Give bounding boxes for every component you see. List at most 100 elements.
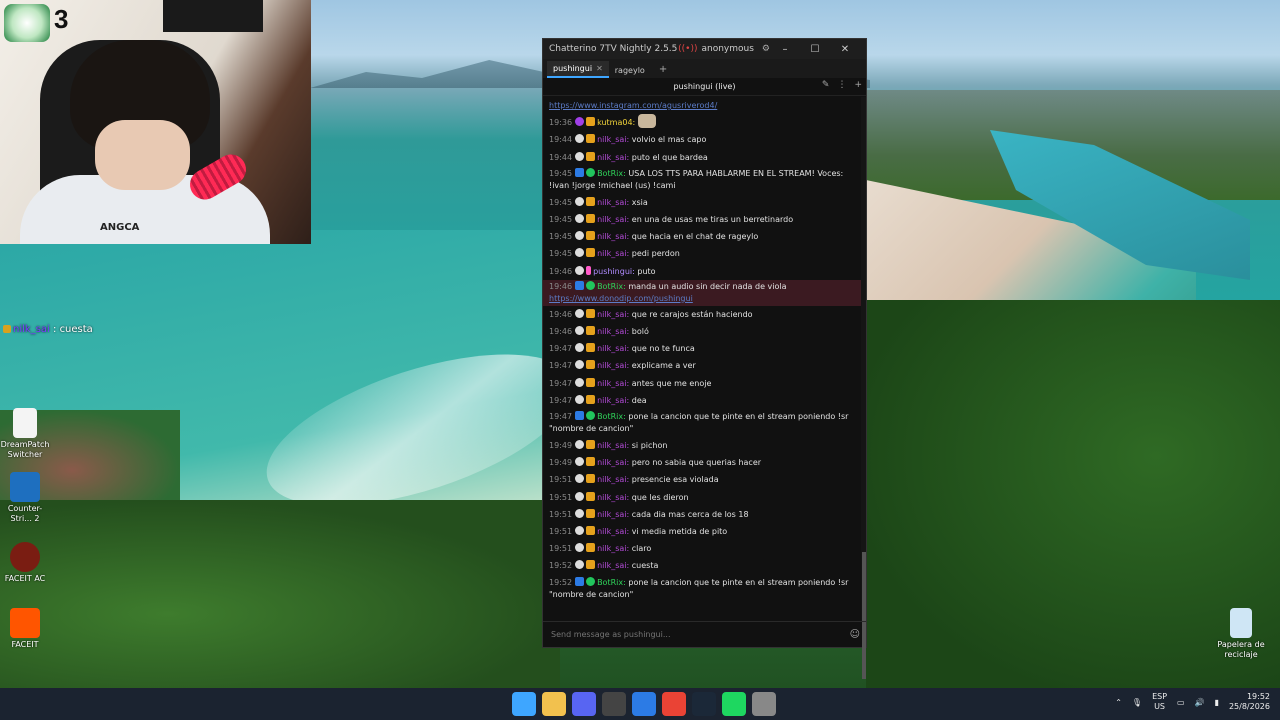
chat-scrollbar[interactable]: [861, 97, 866, 679]
message-link[interactable]: https://www.instagram.com/agusriverod4/: [549, 101, 717, 110]
chat-link-row[interactable]: https://www.instagram.com/agusriverod4/: [543, 97, 861, 114]
message-username[interactable]: nilk_sai: [597, 310, 626, 319]
tab-pushingui[interactable]: pushingui ✕: [547, 61, 609, 78]
obs-icon[interactable]: [602, 692, 626, 716]
message-username[interactable]: nilk_sai: [597, 475, 626, 484]
message-username[interactable]: BotRix: [597, 412, 623, 421]
badge-icon[interactable]: [586, 167, 596, 177]
message-input[interactable]: [549, 629, 850, 640]
chat-message[interactable]: 19:49 nilk_sai: pero no sabia que querias…: [543, 454, 861, 471]
chevron-up-icon[interactable]: ⌃: [1115, 698, 1122, 707]
badge-icon[interactable]: [586, 326, 596, 336]
battery-icon[interactable]: ▮: [1215, 698, 1219, 707]
clock[interactable]: 19:52 25/8/2026: [1229, 692, 1270, 712]
message-username[interactable]: nilk_sai: [597, 458, 626, 467]
badge-icon[interactable]: [586, 308, 596, 318]
message-username[interactable]: nilk_sai: [597, 361, 626, 370]
message-username[interactable]: nilk_sai: [597, 493, 626, 502]
badge-icon[interactable]: [586, 576, 596, 586]
badge-icon[interactable]: [586, 411, 596, 421]
badge-icon[interactable]: [586, 491, 596, 501]
badge-icon[interactable]: [575, 343, 585, 353]
badge-icon[interactable]: [586, 231, 596, 241]
badge-icon[interactable]: [575, 134, 585, 144]
badge-icon[interactable]: [586, 280, 596, 290]
chat-message[interactable]: 19:45 nilk_sai: xsia: [543, 194, 861, 211]
badge-icon[interactable]: [586, 457, 596, 467]
chat-message[interactable]: 19:46 pushingui: puto: [543, 263, 861, 280]
badge-icon[interactable]: [586, 196, 596, 206]
chat-message[interactable]: 19:51 nilk_sai: cada dia mas cerca de los…: [543, 506, 861, 523]
close-tab-icon[interactable]: ✕: [596, 64, 603, 73]
chat-message[interactable]: 19:45 nilk_sai: pedi perdon: [543, 245, 861, 262]
more-menu-icon[interactable]: ⋮: [837, 80, 846, 90]
badge-icon[interactable]: [575, 560, 585, 570]
chat-messages[interactable]: https://www.instagram.com/agusriverod4/1…: [543, 97, 861, 621]
badge-icon[interactable]: [575, 440, 585, 450]
message-username[interactable]: nilk_sai: [597, 510, 626, 519]
settings-gear-icon[interactable]: ⚙: [762, 44, 770, 54]
chat-message[interactable]: 19:52 nilk_sai: cuesta: [543, 557, 861, 574]
steam-icon[interactable]: [692, 692, 716, 716]
badge-icon[interactable]: [586, 474, 596, 484]
microphone-icon[interactable]: 🎙: [1132, 698, 1142, 707]
chat-message[interactable]: 19:49 nilk_sai: si pichon: [543, 437, 861, 454]
badge-icon[interactable]: [575, 214, 585, 224]
message-username[interactable]: nilk_sai: [597, 561, 626, 570]
badge-icon[interactable]: [586, 377, 596, 387]
badge-icon[interactable]: [586, 343, 596, 353]
app-icon[interactable]: [752, 692, 776, 716]
file-explorer-icon[interactable]: [542, 692, 566, 716]
message-username[interactable]: BotRix: [597, 282, 623, 291]
minimize-button[interactable]: –: [770, 44, 800, 55]
scrollbar-thumb[interactable]: [862, 552, 866, 679]
message-username[interactable]: nilk_sai: [597, 527, 626, 536]
chat-message[interactable]: 19:47 BotRix: pone la cancion que te pint…: [543, 409, 861, 437]
badge-icon[interactable]: [575, 326, 585, 336]
badge-icon[interactable]: [586, 265, 592, 275]
chat-message[interactable]: 19:47 nilk_sai: dea: [543, 392, 861, 409]
volume-icon[interactable]: 🔊: [1195, 698, 1205, 707]
message-username[interactable]: kutma04: [597, 118, 632, 127]
account-switcher[interactable]: anonymous: [701, 44, 753, 54]
chat-message[interactable]: 19:46 nilk_sai: boló: [543, 323, 861, 340]
badge-icon[interactable]: [575, 377, 585, 387]
badge-icon[interactable]: [575, 508, 585, 518]
chat-message[interactable]: 19:51 nilk_sai: presencie esa violada: [543, 471, 861, 488]
badge-icon[interactable]: [586, 394, 596, 404]
discord-icon[interactable]: [572, 692, 596, 716]
badge-icon[interactable]: [586, 508, 596, 518]
badge-icon[interactable]: [575, 411, 585, 421]
spotify-icon[interactable]: [722, 692, 746, 716]
badge-icon[interactable]: [575, 474, 585, 484]
badge-icon[interactable]: [575, 265, 585, 275]
badge-icon[interactable]: [586, 117, 596, 127]
chat-message[interactable]: 19:47 nilk_sai: explicame a ver: [543, 357, 861, 374]
badge-icon[interactable]: [586, 526, 596, 536]
message-username[interactable]: nilk_sai: [597, 249, 626, 258]
badge-icon[interactable]: [575, 231, 585, 241]
message-username[interactable]: nilk_sai: [597, 344, 626, 353]
chat-message[interactable]: 19:45 nilk_sai: en una de usas me tiras u…: [543, 211, 861, 228]
add-tab-button[interactable]: +: [651, 61, 675, 78]
badge-icon[interactable]: [586, 543, 596, 553]
badge-icon[interactable]: [575, 491, 585, 501]
badge-icon[interactable]: [575, 360, 585, 370]
badge-icon[interactable]: [575, 308, 585, 318]
badge-icon[interactable]: [586, 360, 596, 370]
message-username[interactable]: pushingui: [593, 267, 632, 276]
message-username[interactable]: nilk_sai: [597, 379, 626, 388]
message-link[interactable]: https://www.donodip.com/pushingui: [549, 294, 693, 303]
message-username[interactable]: nilk_sai: [597, 441, 626, 450]
badge-icon[interactable]: [586, 151, 596, 161]
chat-message[interactable]: 19:51 nilk_sai: claro: [543, 540, 861, 557]
desktop-icon-recycle-bin[interactable]: Papelera de reciclaje: [1216, 608, 1266, 660]
chat-message[interactable]: 19:52 BotRix: pone la cancion que te pint…: [543, 575, 861, 603]
badge-icon[interactable]: [575, 151, 585, 161]
badge-icon[interactable]: [575, 280, 585, 290]
chat-message[interactable]: 19:47 nilk_sai: que no te funca: [543, 340, 861, 357]
cat-emote-icon[interactable]: [637, 114, 656, 129]
chatterino-icon[interactable]: [632, 692, 656, 716]
badge-icon[interactable]: [586, 560, 596, 570]
desktop-icon-faceit-ac[interactable]: FACEIT AC: [0, 542, 50, 584]
